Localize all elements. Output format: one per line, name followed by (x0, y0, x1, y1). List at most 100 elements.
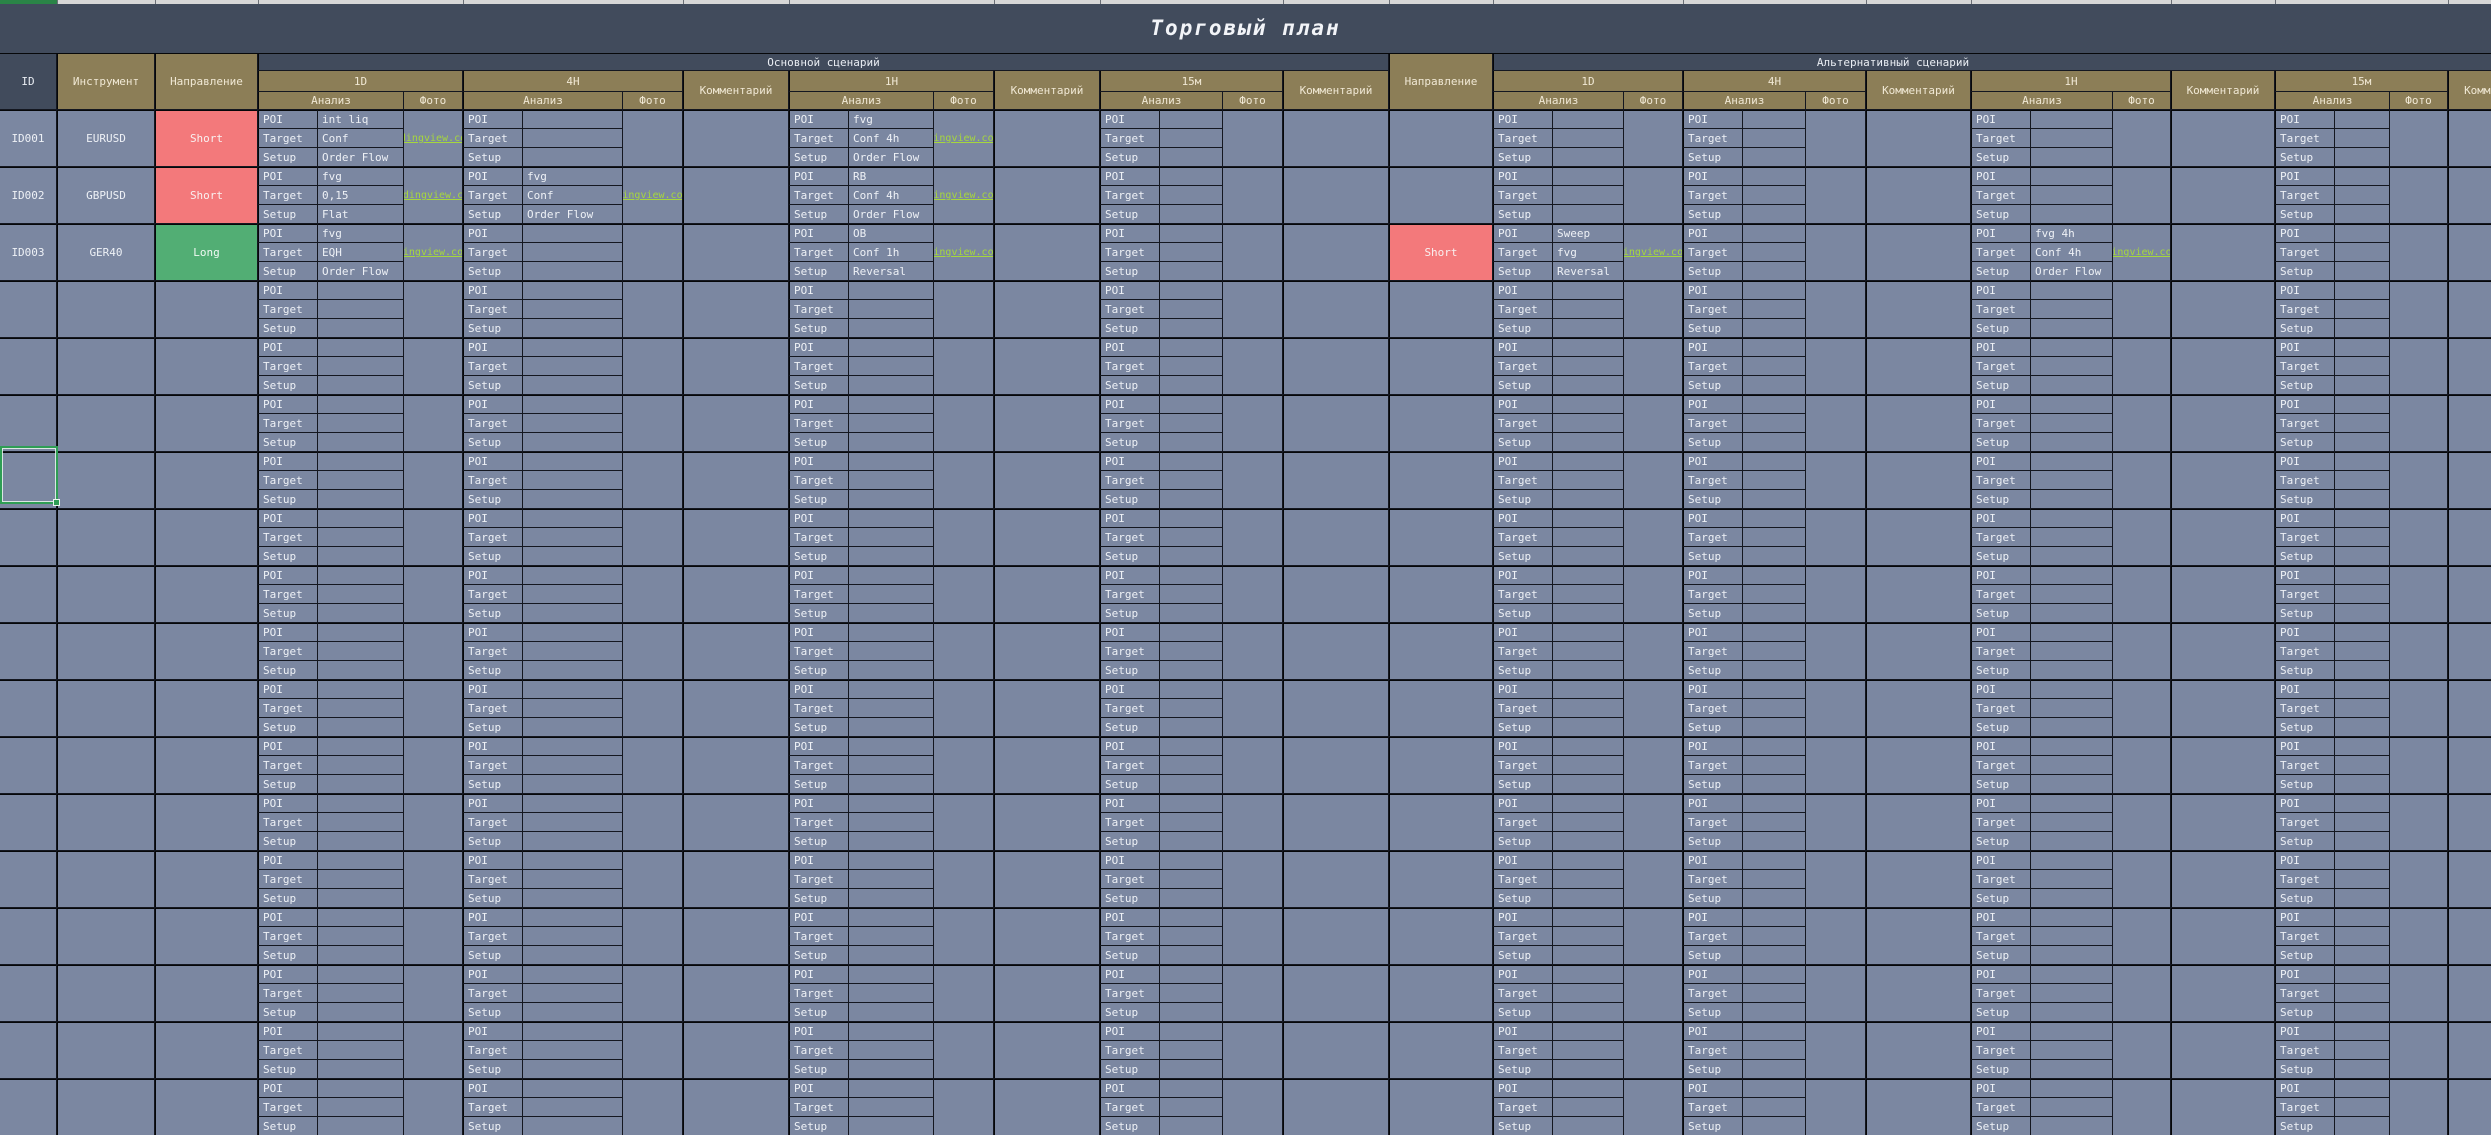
cell-analysis-value[interactable] (523, 585, 622, 603)
cell-analysis-value[interactable] (523, 775, 622, 793)
cell-comment[interactable] (994, 623, 1099, 679)
cell-analysis-label[interactable]: Target (258, 813, 317, 831)
cell-analysis-label[interactable]: POI (2275, 908, 2334, 926)
cell-analysis-value[interactable] (2031, 110, 2112, 128)
cell-analysis-value[interactable] (2031, 414, 2112, 432)
cell-analysis-label[interactable]: POI (1100, 1079, 1159, 1097)
cell-comment[interactable] (994, 965, 1099, 1021)
cell-analysis-label[interactable]: Target (258, 129, 317, 147)
cell-analysis-label[interactable]: POI (1493, 737, 1552, 755)
cell-photo[interactable] (1624, 167, 1682, 223)
cell-comment[interactable] (2448, 1022, 2491, 1078)
cell-analysis-label[interactable]: POI (1683, 1079, 1742, 1097)
cell-photo[interactable] (1624, 965, 1682, 1021)
cell-analysis-label[interactable]: Target (1493, 927, 1552, 945)
cell-analysis-label[interactable]: Target (1683, 1041, 1742, 1059)
cell-instrument[interactable] (57, 737, 154, 793)
cell-analysis-label[interactable]: POI (463, 509, 522, 527)
cell-analysis-value[interactable] (1553, 965, 1623, 983)
cell-photo[interactable] (1223, 623, 1282, 679)
cell-analysis-label[interactable]: Setup (258, 547, 317, 565)
cell-analysis-label[interactable]: POI (789, 395, 848, 413)
cell-analysis-value[interactable] (1160, 965, 1222, 983)
cell-analysis-value[interactable] (2031, 680, 2112, 698)
cell-analysis-label[interactable]: POI (2275, 965, 2334, 983)
cell-analysis-value[interactable] (1553, 1003, 1623, 1021)
cell-analysis-value[interactable] (523, 794, 622, 812)
cell-analysis-label[interactable]: POI (1100, 395, 1159, 413)
cell-analysis-value[interactable] (2335, 813, 2389, 831)
cell-photo[interactable] (1223, 680, 1282, 736)
cell-analysis-label[interactable]: Target (463, 528, 522, 546)
cell-comment[interactable] (1283, 281, 1388, 337)
cell-analysis-value[interactable] (318, 319, 403, 337)
cell-analysis-value[interactable]: Conf (523, 186, 622, 204)
cell-analysis-label[interactable]: Target (789, 585, 848, 603)
cell-analysis-label[interactable]: Target (1971, 414, 2030, 432)
cell-comment[interactable] (2171, 224, 2274, 280)
cell-analysis-value[interactable]: Order Flow (2031, 262, 2112, 280)
cell-analysis-value[interactable] (1553, 623, 1623, 641)
cell-direction[interactable] (155, 908, 257, 964)
cell-analysis-label[interactable]: POI (258, 338, 317, 356)
cell-analysis-label[interactable]: POI (1971, 110, 2030, 128)
cell-analysis-label[interactable]: Target (1493, 813, 1552, 831)
cell-analysis-value[interactable] (2335, 129, 2389, 147)
cell-photo-link[interactable]: dingview.com (2113, 224, 2170, 280)
cell-comment[interactable] (683, 794, 788, 850)
cell-photo[interactable] (404, 737, 462, 793)
cell-photo[interactable] (2113, 110, 2170, 166)
cell-analysis-label[interactable]: POI (1100, 851, 1159, 869)
cell-analysis-label[interactable]: Setup (258, 1003, 317, 1021)
cell-analysis-value[interactable] (318, 965, 403, 983)
cell-photo[interactable] (1223, 167, 1282, 223)
cell-analysis-value[interactable] (2335, 376, 2389, 394)
cell-analysis-value[interactable] (1553, 148, 1623, 166)
cell-analysis-value[interactable] (1553, 1041, 1623, 1059)
cell-analysis-value[interactable] (1553, 984, 1623, 1002)
cell-comment[interactable] (994, 794, 1099, 850)
cell-photo[interactable] (404, 965, 462, 1021)
cell-analysis-label[interactable]: Setup (1971, 889, 2030, 907)
cell-analysis-label[interactable]: POI (463, 281, 522, 299)
cell-analysis-value[interactable] (1743, 509, 1805, 527)
cell-analysis-value[interactable] (318, 1117, 403, 1135)
cell-comment[interactable] (2448, 680, 2491, 736)
cell-analysis-label[interactable]: POI (463, 224, 522, 242)
cell-analysis-label[interactable]: Setup (1493, 1003, 1552, 1021)
cell-comment[interactable] (2171, 908, 2274, 964)
cell-comment[interactable] (2448, 908, 2491, 964)
cell-analysis-label[interactable]: POI (1100, 452, 1159, 470)
cell-analysis-label[interactable]: POI (258, 794, 317, 812)
cell-comment[interactable] (2171, 1022, 2274, 1078)
cell-id[interactable]: ID003 (0, 224, 56, 280)
cell-analysis-value[interactable] (1553, 281, 1623, 299)
cell-photo[interactable] (1806, 452, 1865, 508)
cell-analysis-value[interactable] (1743, 414, 1805, 432)
cell-analysis-value[interactable] (2335, 471, 2389, 489)
cell-analysis-value[interactable] (1743, 224, 1805, 242)
cell-analysis-value[interactable] (1553, 319, 1623, 337)
cell-analysis-value[interactable] (849, 300, 933, 318)
cell-analysis-value[interactable] (1743, 110, 1805, 128)
cell-analysis-label[interactable]: Target (1971, 642, 2030, 660)
cell-analysis-value[interactable] (2335, 794, 2389, 812)
cell-analysis-label[interactable]: POI (258, 395, 317, 413)
cell-photo[interactable] (2113, 851, 2170, 907)
cell-analysis-label[interactable]: Setup (2275, 718, 2334, 736)
cell-analysis-value[interactable] (849, 490, 933, 508)
cell-analysis-value[interactable] (849, 699, 933, 717)
cell-analysis-value[interactable] (523, 1041, 622, 1059)
cell-analysis-label[interactable]: Setup (1100, 946, 1159, 964)
cell-analysis-value[interactable] (1743, 585, 1805, 603)
cell-analysis-label[interactable]: Setup (789, 319, 848, 337)
cell-analysis-label[interactable]: Setup (463, 604, 522, 622)
cell-direction-alt[interactable] (1389, 110, 1492, 166)
cell-analysis-label[interactable]: POI (1971, 680, 2030, 698)
cell-analysis-value[interactable] (2335, 528, 2389, 546)
cell-comment[interactable] (1283, 794, 1388, 850)
tf-header-1D-main[interactable]: 1D (258, 71, 462, 91)
cell-analysis-label[interactable]: POI (1100, 965, 1159, 983)
cell-analysis-value[interactable] (849, 566, 933, 584)
cell-analysis-label[interactable]: POI (2275, 623, 2334, 641)
